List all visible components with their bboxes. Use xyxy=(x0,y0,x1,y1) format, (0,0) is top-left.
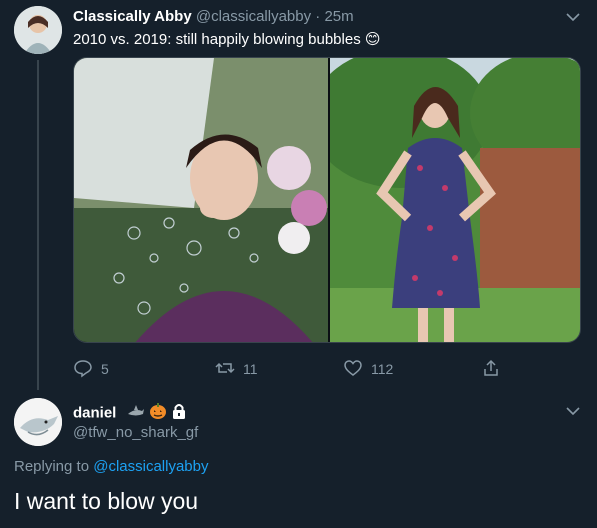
tweet-actions: 5 11 112 xyxy=(73,357,513,381)
media-photo-2019[interactable] xyxy=(330,58,580,342)
retweet-count: 11 xyxy=(243,361,258,377)
tweet-avatar[interactable] xyxy=(14,6,62,54)
reply-chevron-down-icon[interactable] xyxy=(565,404,585,418)
like-action[interactable]: 112 xyxy=(343,357,393,381)
share-icon xyxy=(481,358,501,381)
reply-badges xyxy=(127,402,187,425)
smile-emoji-icon: 😊 xyxy=(364,31,381,48)
retweet-action[interactable]: 11 xyxy=(215,357,258,381)
tweet-separator: · xyxy=(315,8,321,25)
reply-author-name[interactable]: daniel xyxy=(73,405,116,422)
retweet-icon xyxy=(215,358,235,381)
lock-icon xyxy=(171,402,187,425)
reply-avatar[interactable] xyxy=(14,398,62,446)
replying-to-handle[interactable]: @classicallyabby xyxy=(93,458,208,475)
share-action[interactable] xyxy=(481,357,501,381)
tweet-text-body: 2010 vs. 2019: still happily blowing bub… xyxy=(73,31,361,48)
shark-icon xyxy=(127,403,145,424)
tweet-chevron-down-icon[interactable] xyxy=(565,10,585,24)
reply-text: I want to blow you xyxy=(14,488,199,514)
thread-line xyxy=(37,60,39,390)
tweet-media[interactable] xyxy=(73,57,581,343)
reply-icon xyxy=(73,358,93,381)
tweet-author-name[interactable]: Classically Abby xyxy=(73,8,192,25)
reply-author-handle[interactable]: @tfw_no_shark_gf xyxy=(73,424,198,441)
replying-to-prefix: Replying to xyxy=(14,458,90,475)
tweet-time[interactable]: 25m xyxy=(324,8,353,25)
media-photo-2010[interactable] xyxy=(74,58,328,342)
tweet-header: Classically Abby @classicallyabby · 25m xyxy=(73,8,354,28)
like-count: 112 xyxy=(371,361,394,377)
reply-header: daniel xyxy=(73,402,187,425)
tweet-author-handle[interactable]: @classicallyabby xyxy=(196,8,311,25)
tweet-text: 2010 vs. 2019: still happily blowing bub… xyxy=(73,30,381,48)
reply-count: 5 xyxy=(101,361,109,377)
pumpkin-icon xyxy=(149,402,167,425)
reply-action[interactable]: 5 xyxy=(73,357,109,381)
replying-to-line: Replying to @classicallyabby xyxy=(14,458,209,475)
heart-icon xyxy=(343,358,363,381)
